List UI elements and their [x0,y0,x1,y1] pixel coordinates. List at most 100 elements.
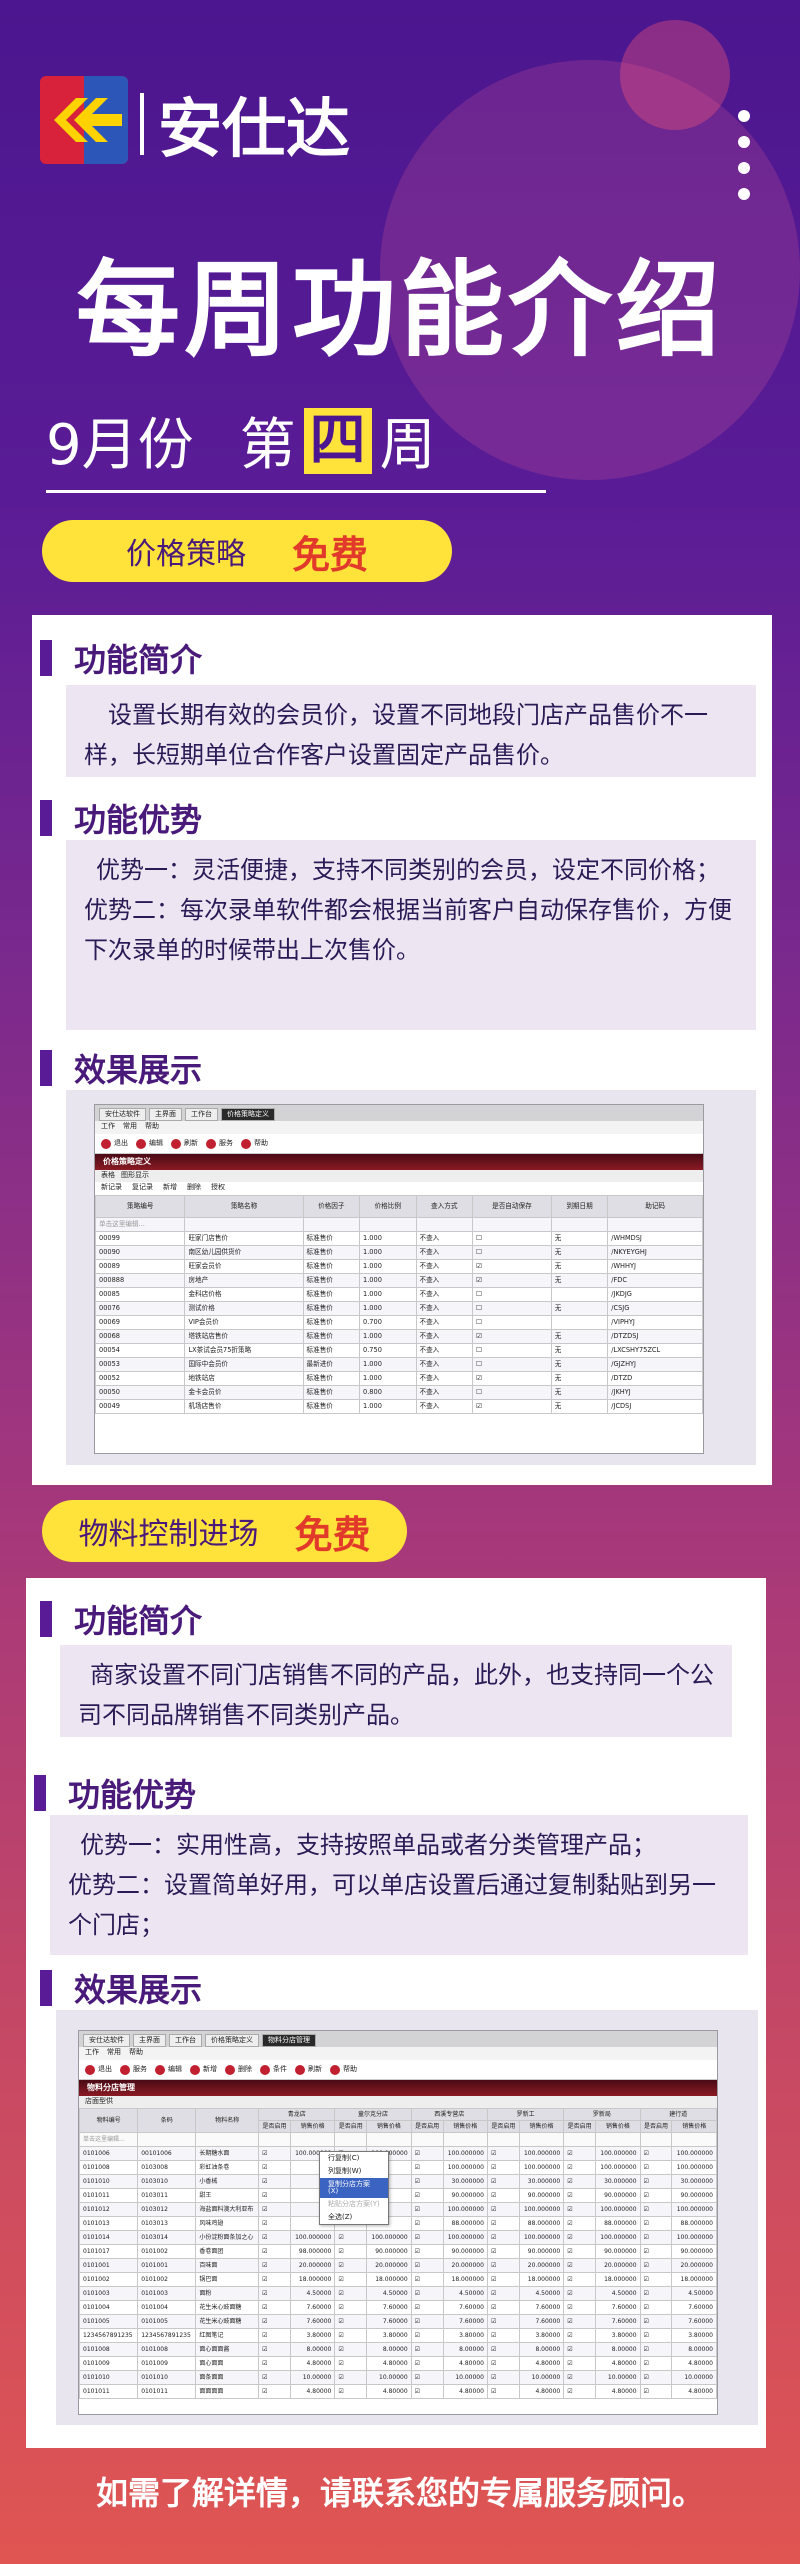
enabled-checkbox[interactable]: ☑ [334,2230,368,2245]
window-tab[interactable]: 安仕达软件 [83,2034,130,2047]
enabled-checkbox[interactable]: ☑ [639,2370,673,2385]
price-cell[interactable]: 4.80000 [442,2384,488,2399]
enabled-checkbox[interactable]: ☑ [486,2188,520,2203]
price-cell[interactable]: 4.80000 [518,2384,565,2399]
price-cell[interactable]: 30.000000 [595,2174,641,2189]
table-row[interactable]: 00052 地铁站店 标准售价 1.000 不查入 ☑ 无/DTZD [95,1371,703,1386]
price-cell[interactable]: 18.000000 [595,2272,641,2287]
table-row[interactable]: 0101014 0103014 小份淀粉面条加之心 ☑ 100.000000 ☑ 100.0… [79,2230,717,2245]
menu-item[interactable]: 常用 [123,1123,137,1132]
price-cell[interactable]: 4.50000 [671,2286,717,2301]
price-cell[interactable]: 3.80000 [442,2328,488,2343]
context-menu-item[interactable]: 列复制(W) [320,2165,388,2178]
price-cell[interactable]: 4.80000 [671,2384,717,2399]
toolbar-button[interactable]: 退出 [85,2064,112,2075]
enabled-checkbox[interactable]: ☑ [258,2202,291,2217]
enabled-checkbox[interactable]: ☑ [258,2272,291,2287]
table-row[interactable]: 0101017 0101002 香卷面团 ☑ 98.000000 ☑ 90.000000 ☑ 9… [79,2244,717,2259]
filter-cell[interactable] [442,2132,488,2147]
price-cell[interactable]: 90.000000 [595,2188,641,2203]
enabled-checkbox[interactable]: ☑ [410,2370,444,2385]
price-cell[interactable]: 10.00000 [289,2370,336,2385]
price-cell[interactable]: 3.80000 [671,2328,717,2343]
table-row[interactable]: 0101004 0101004 花生米心豉面糖 ☑ 7.60000 ☑ 7.60000 ☑ 7.… [79,2300,717,2315]
price-cell[interactable]: 100.000000 [595,2146,641,2161]
price-cell[interactable]: 4.50000 [289,2286,336,2301]
menu-item[interactable]: 帮助 [145,1123,159,1132]
enabled-checkbox[interactable]: ☑ [334,2356,368,2371]
enabled-checkbox[interactable]: ☑ [410,2202,444,2217]
filter-cell[interactable] [359,1217,417,1232]
table-row[interactable]: 01010080103008彩虹油条卷☑☑☑100.000000☑100.000… [79,2160,717,2175]
price-cell[interactable]: 7.60000 [595,2300,641,2315]
enabled-checkbox[interactable]: ☑ [639,2342,673,2357]
enabled-checkbox[interactable]: ☑ [563,2300,597,2315]
context-menu-item[interactable]: 粘贴分店方案(Y) [320,2198,388,2211]
table-row[interactable]: 00099 旺家门店售价 标准售价 1.000 不查入 ☐ 无/WHMDSJ [95,1231,703,1246]
enabled-checkbox[interactable]: ☑ [639,2286,673,2301]
table-row[interactable]: 01010120103012海盐面料澳大利亚布☑☑☑100.000000☑100… [79,2202,717,2217]
price-cell[interactable]: 90.000000 [671,2244,717,2259]
enabled-checkbox[interactable]: ☑ [486,2384,520,2399]
toolbar-button[interactable]: 删除 [225,2064,252,2075]
context-menu-item[interactable]: 行复制(C) [320,2152,388,2165]
toolbar-button[interactable]: 刷新 [295,2064,322,2075]
price-cell[interactable]: 90.000000 [671,2188,717,2203]
price-cell[interactable]: 20.000000 [366,2258,412,2273]
enabled-checkbox[interactable]: ☑ [563,2384,597,2399]
enabled-checkbox[interactable]: ☑ [563,2202,597,2217]
enabled-checkbox[interactable]: ☑ [486,2328,520,2343]
price-cell[interactable]: 8.00000 [671,2342,717,2357]
context-menu-item[interactable]: 全选(Z) [320,2211,388,2224]
price-cell[interactable]: 3.80000 [366,2328,412,2343]
enabled-checkbox[interactable]: ☑ [410,2272,444,2287]
price-cell[interactable]: 100.000000 [671,2146,717,2161]
price-cell[interactable]: 20.000000 [671,2258,717,2273]
price-cell[interactable]: 100.000000 [671,2160,717,2175]
enabled-checkbox[interactable]: ☑ [410,2286,444,2301]
price-cell[interactable]: 7.60000 [289,2314,336,2329]
table-row[interactable]: 00090 南区幼儿园供货价 标准售价 1.000 不查入 ☐ 无/NKYEYGHJ [95,1245,703,1260]
enabled-checkbox[interactable]: ☑ [639,2216,673,2231]
enabled-checkbox[interactable]: ☑ [486,2314,520,2329]
filter-cell[interactable] [258,2132,291,2147]
filter-cell[interactable] [518,2132,565,2147]
sub-toolbar-item[interactable]: 授权 [211,1184,225,1193]
price-cell[interactable]: 88.000000 [518,2216,565,2231]
price-cell[interactable]: 4.80000 [366,2356,412,2371]
enabled-checkbox[interactable]: ☑ [639,2384,673,2399]
enabled-checkbox[interactable]: ☑ [258,2384,291,2399]
enabled-checkbox[interactable]: ☑ [410,2356,444,2371]
table-row[interactable]: 00068 塔铁站店售价 标准售价 1.000 不查入 ☑ 无/DTZDSJ [95,1329,703,1344]
enabled-checkbox[interactable]: ☑ [486,2370,520,2385]
filter-cell[interactable] [595,2132,641,2147]
enabled-checkbox[interactable]: ☑ [334,2384,368,2399]
price-cell[interactable]: 88.000000 [671,2216,717,2231]
price-cell[interactable]: 100.000000 [595,2230,641,2245]
filter-cell[interactable] [289,2132,336,2147]
enabled-checkbox[interactable]: ☑ [563,2174,597,2189]
price-cell[interactable]: 100.000000 [442,2146,488,2161]
enabled-checkbox[interactable]: ☑ [639,2230,673,2245]
price-cell[interactable]: 7.60000 [366,2314,412,2329]
enabled-checkbox[interactable]: ☑ [563,2188,597,2203]
enabled-checkbox[interactable]: ☑ [486,2286,520,2301]
enabled-checkbox[interactable]: ☑ [334,2244,368,2259]
menu-item[interactable]: 常用 [107,2049,121,2058]
enabled-checkbox[interactable]: ☑ [639,2202,673,2217]
table-row[interactable]: 0101009 0101009 面心面面 ☑ 4.80000 ☑ 4.80000 ☑ 4.800… [79,2356,717,2371]
table-row[interactable]: 0101010 0101010 面条面面 ☑ 10.00000 ☑ 10.00000 ☑ 10.… [79,2370,717,2385]
enabled-checkbox[interactable]: ☑ [410,2244,444,2259]
enabled-checkbox[interactable]: ☑ [486,2216,520,2231]
price-cell[interactable]: 100.000000 [442,2160,488,2175]
filter-cell[interactable] [415,1217,473,1232]
enabled-checkbox[interactable]: ☑ [334,2300,368,2315]
enabled-checkbox[interactable]: ☑ [334,2342,368,2357]
price-cell[interactable]: 4.80000 [289,2356,336,2371]
toolbar-button[interactable]: 退出 [101,1138,128,1149]
price-cell[interactable]: 100.000000 [671,2230,717,2245]
enabled-checkbox[interactable]: ☑ [258,2146,291,2161]
menu-item[interactable]: 帮助 [129,2049,143,2058]
enabled-checkbox[interactable]: ☑ [563,2286,597,2301]
price-cell[interactable]: 98.000000 [289,2244,336,2259]
